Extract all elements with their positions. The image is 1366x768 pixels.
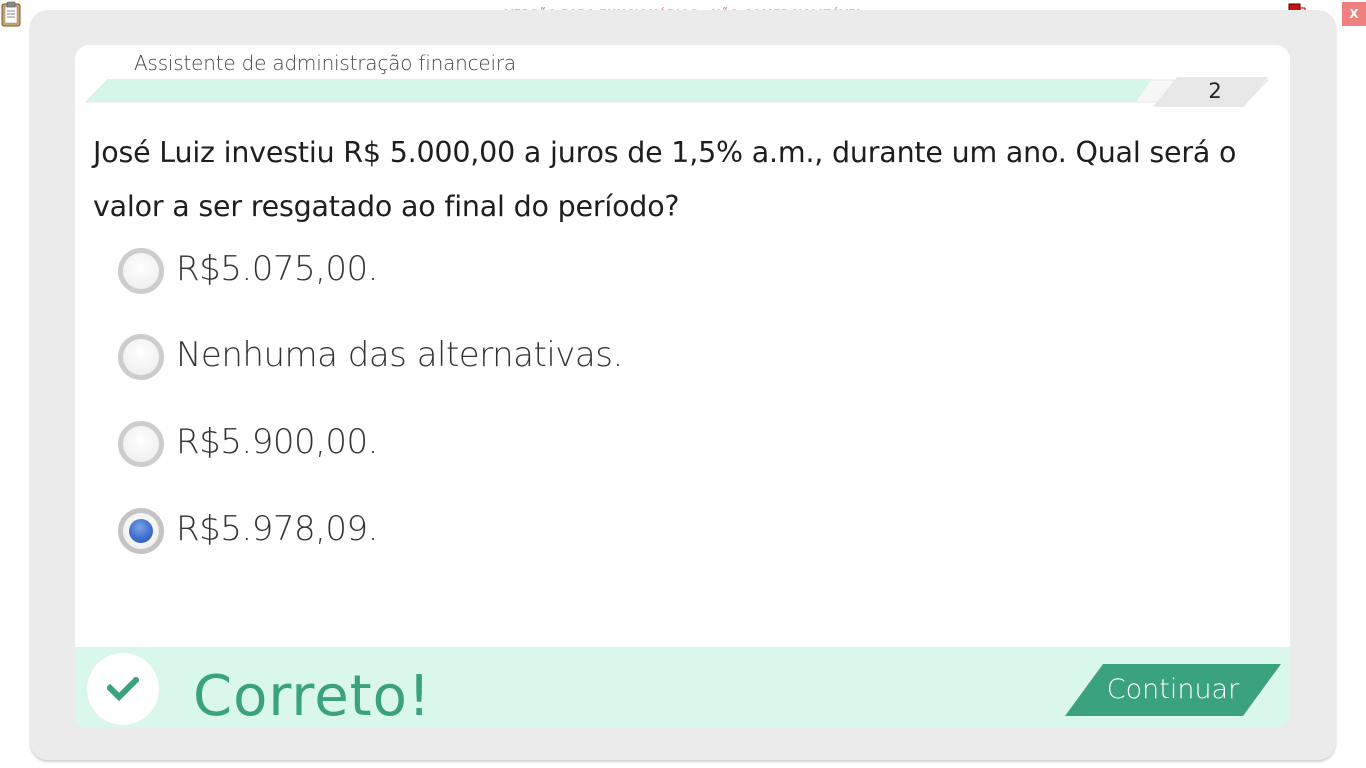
radio-button[interactable] — [118, 421, 164, 467]
option-3[interactable]: R$5.900,00. — [117, 419, 717, 467]
continue-label: Continuar — [1106, 674, 1240, 705]
question-text: José Luiz investiu R$ 5.000,00 a juros d… — [93, 136, 1237, 223]
option-label: R$5.075,00. — [176, 249, 378, 289]
option-1[interactable]: R$5.075,00. — [117, 246, 717, 294]
feedback-status: Correto! — [193, 664, 432, 728]
feedback-bar: Correto! Continuar — [75, 647, 1290, 728]
progress-bar — [84, 77, 1270, 107]
step-number: 2 — [1208, 79, 1222, 103]
option-label: R$5.978,09. — [176, 509, 378, 549]
progress-fill — [86, 79, 1152, 102]
continue-button[interactable]: Continuar — [1065, 664, 1281, 716]
option-2[interactable]: Nenhuma das alternativas. — [117, 332, 717, 380]
clipboard-icon — [0, 1, 22, 27]
radio-button-selected[interactable] — [118, 508, 164, 554]
check-icon — [87, 653, 159, 725]
option-4[interactable]: R$5.978,09. — [117, 506, 717, 554]
radio-button[interactable] — [118, 334, 164, 380]
quiz-card: Assistente de administração financeira 2… — [75, 45, 1290, 728]
option-label: R$5.900,00. — [176, 422, 378, 462]
radio-selected-dot — [129, 519, 153, 543]
radio-button[interactable] — [118, 248, 164, 294]
close-button[interactable]: X — [1342, 2, 1366, 26]
option-label: Nenhuma das alternativas. — [176, 335, 623, 375]
course-title: Assistente de administração financeira — [134, 51, 516, 75]
